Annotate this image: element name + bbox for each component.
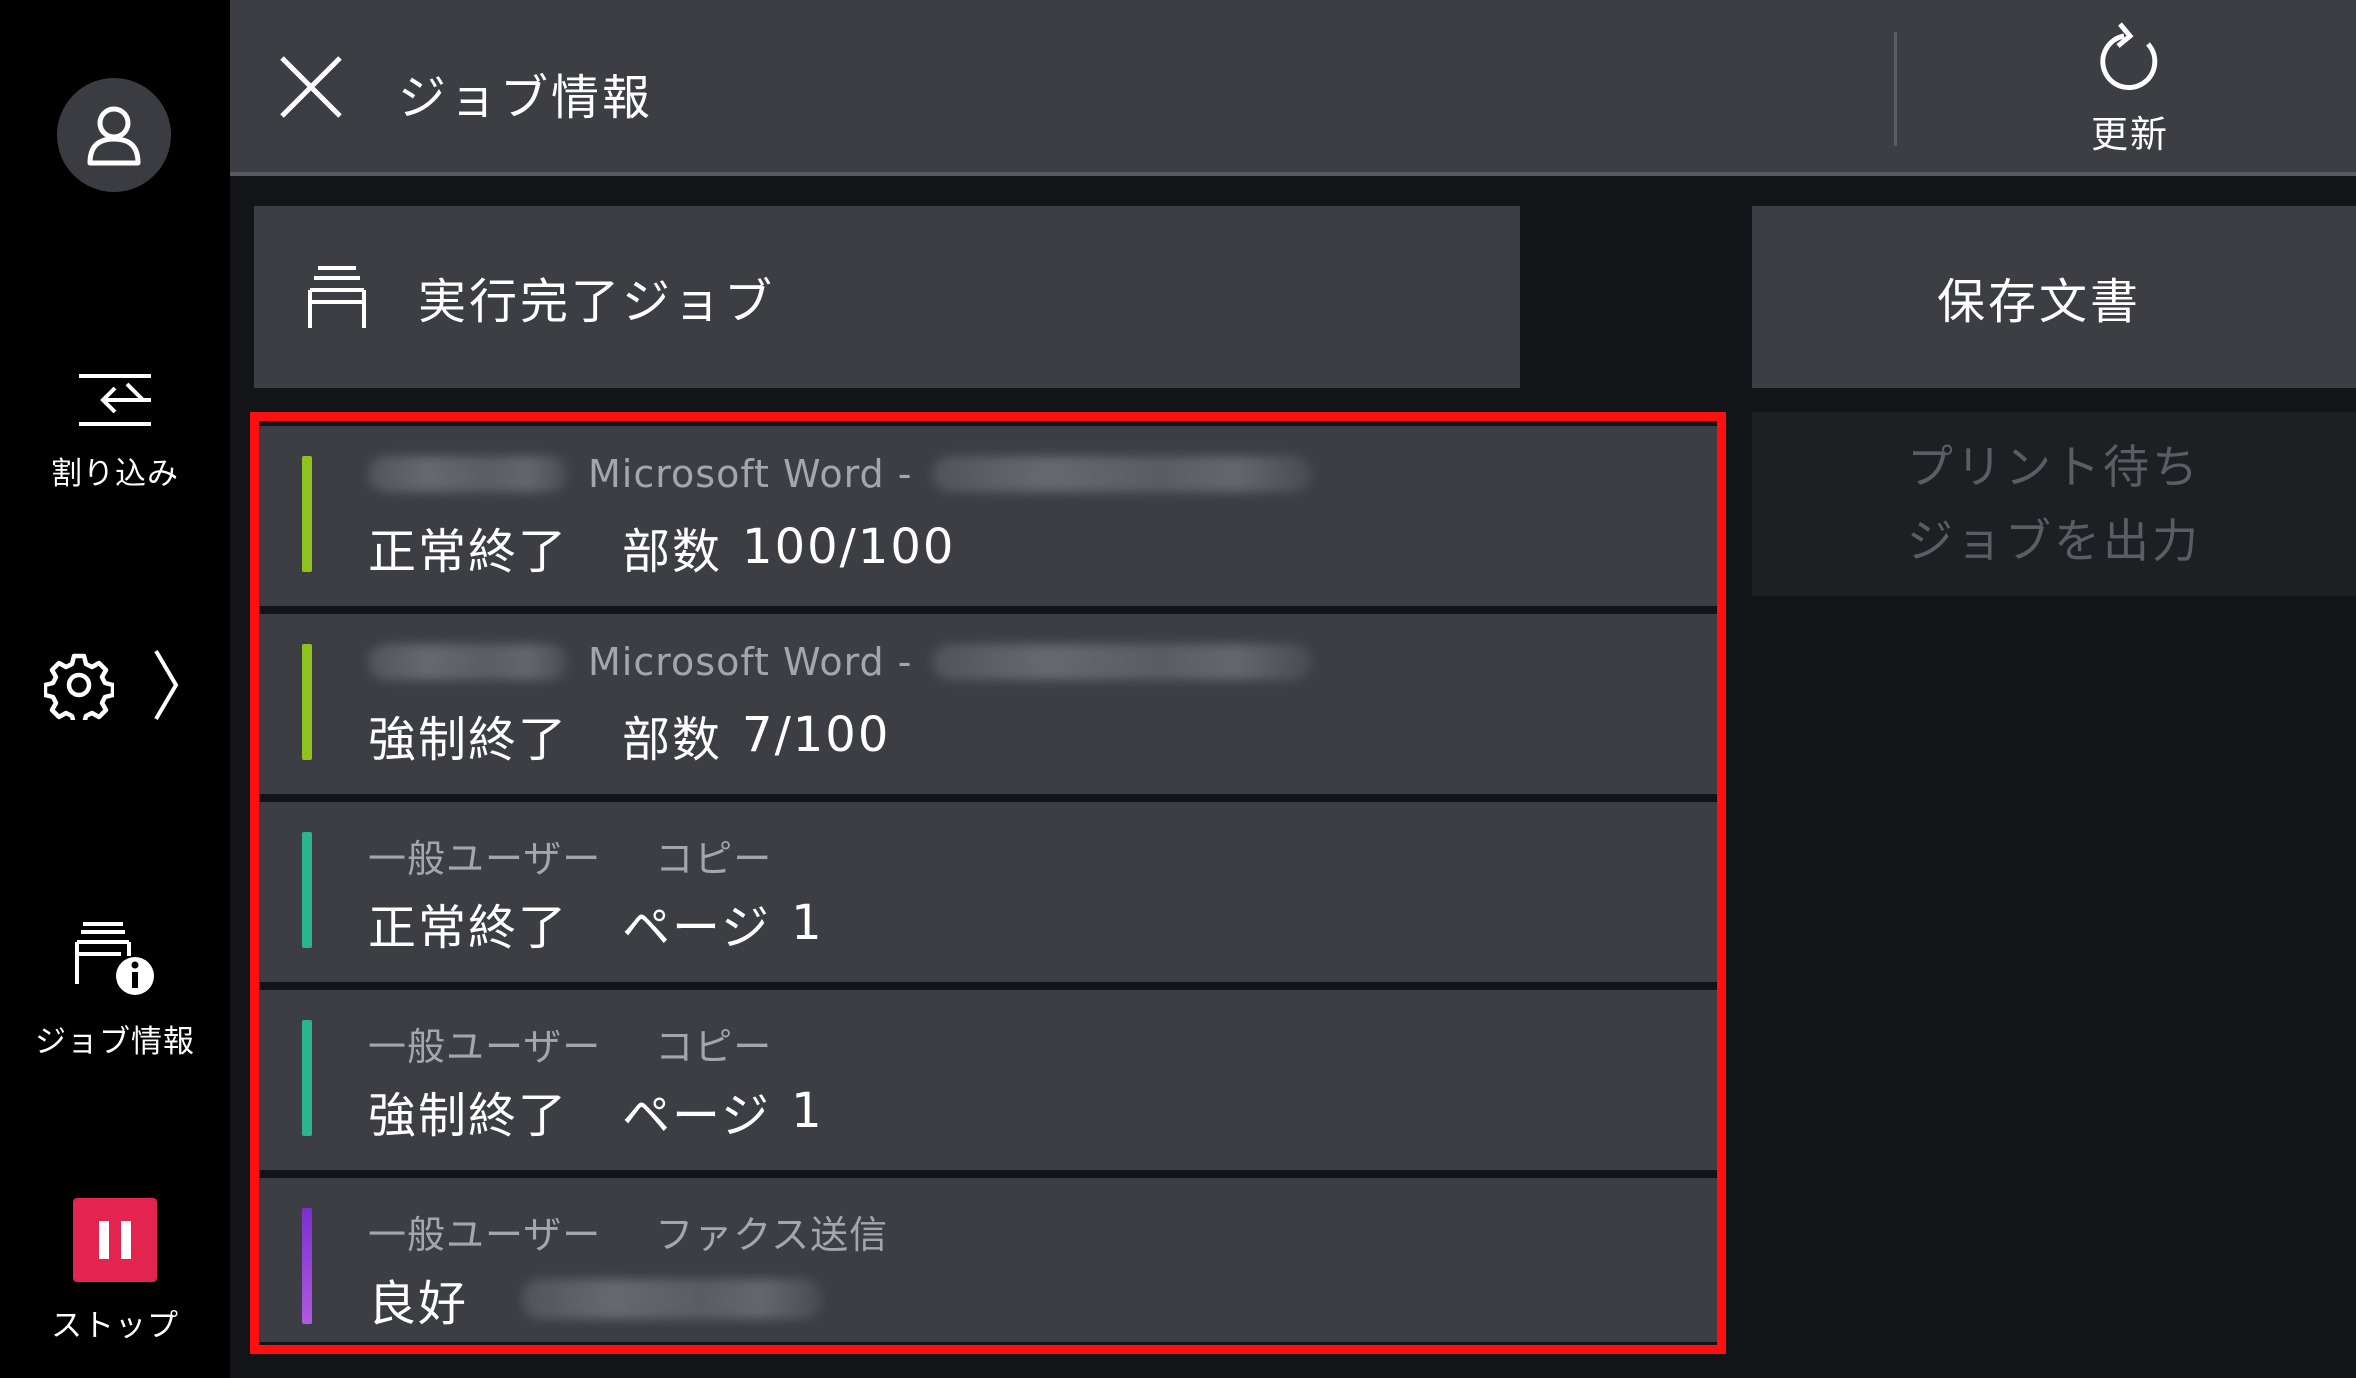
refresh-label: 更新 bbox=[2091, 113, 2169, 156]
job-owner: 一般ユーザー bbox=[368, 1213, 602, 1257]
job-line2: 強制終了 ページ 1 bbox=[368, 1076, 824, 1146]
interrupt-icon bbox=[79, 374, 151, 426]
blurred-owner bbox=[368, 644, 568, 680]
job-line1: Microsoft Word - bbox=[368, 640, 1313, 684]
job-row[interactable]: Microsoft Word - 強制終了 部数 7/100 bbox=[256, 614, 1720, 794]
stop-square bbox=[73, 1198, 157, 1282]
job-info-screen: 割り込み ジョブ情報 ストップ ジョブ情報 更新 実行完了ジョブ 保存文書 プリ… bbox=[0, 0, 2356, 1378]
header-divider bbox=[1894, 32, 1897, 146]
job-name: コピー bbox=[655, 837, 773, 881]
job-status-bar bbox=[302, 1020, 312, 1136]
blurred-owner bbox=[368, 456, 568, 492]
job-status: 正常終了 bbox=[368, 900, 569, 956]
job-line1: 一般ユーザー ファクス送信 bbox=[368, 1204, 888, 1259]
print-waiting-button[interactable]: プリント待ち ジョブを出力 bbox=[1752, 412, 2356, 596]
job-name: コピー bbox=[655, 1025, 773, 1069]
settings-button[interactable] bbox=[0, 640, 230, 730]
job-line2: 強制終了 部数 7/100 bbox=[368, 700, 890, 770]
job-line1: Microsoft Word - bbox=[368, 452, 1313, 496]
close-button[interactable] bbox=[276, 52, 346, 122]
job-name: ファクス送信 bbox=[655, 1213, 889, 1257]
job-owner: 一般ユーザー bbox=[368, 1025, 602, 1069]
job-list: Microsoft Word - 正常終了 部数 100/100 Microso… bbox=[256, 418, 1720, 1348]
pause-icon bbox=[99, 1221, 131, 1259]
job-info-nav-button[interactable]: ジョブ情報 bbox=[0, 920, 230, 1061]
user-icon bbox=[87, 106, 141, 166]
blurred-destination bbox=[522, 1279, 823, 1319]
job-count-label: 部数 bbox=[622, 712, 723, 768]
job-line1: 一般ユーザー コピー bbox=[368, 1016, 772, 1071]
job-owner: 一般ユーザー bbox=[368, 837, 602, 881]
job-count-label: ページ bbox=[622, 1088, 772, 1144]
refresh-button[interactable]: 更新 bbox=[2040, 20, 2220, 160]
interrupt-label: 割り込み bbox=[51, 456, 179, 492]
job-count: 100/100 bbox=[742, 519, 956, 575]
job-status: 正常終了 bbox=[368, 524, 569, 580]
job-status-bar bbox=[302, 832, 312, 948]
job-name: Microsoft Word - bbox=[588, 452, 913, 496]
tab-completed-label: 実行完了ジョブ bbox=[418, 274, 776, 330]
job-count-label: ページ bbox=[622, 900, 772, 956]
job-status: 強制終了 bbox=[368, 712, 569, 768]
refresh-icon bbox=[2100, 22, 2158, 90]
job-row[interactable]: 一般ユーザー ファクス送信 良好 bbox=[256, 1178, 1720, 1342]
job-info-icon bbox=[75, 922, 154, 995]
job-line2: 良好 bbox=[368, 1264, 823, 1334]
job-info-nav-label: ジョブ情報 bbox=[35, 1024, 195, 1060]
job-status-bar bbox=[302, 456, 312, 572]
job-name: Microsoft Word - bbox=[588, 640, 913, 684]
job-count: 1 bbox=[791, 1083, 824, 1139]
tab-completed-jobs[interactable]: 実行完了ジョブ bbox=[254, 206, 1520, 388]
job-count-label: 部数 bbox=[622, 524, 723, 580]
page-title: ジョブ情報 bbox=[398, 70, 654, 126]
blurred-document-name bbox=[932, 644, 1313, 680]
job-line2: 正常終了 部数 100/100 bbox=[368, 512, 955, 582]
job-row[interactable]: Microsoft Word - 正常終了 部数 100/100 bbox=[256, 426, 1720, 606]
job-count: 1 bbox=[791, 895, 824, 951]
job-status: 良好 bbox=[368, 1276, 469, 1332]
print-waiting-line2: ジョブを出力 bbox=[1907, 514, 2201, 568]
job-status-bar bbox=[302, 1208, 312, 1324]
left-sidebar: 割り込み ジョブ情報 ストップ bbox=[0, 0, 230, 1378]
completed-jobs-icon bbox=[308, 266, 366, 328]
job-status: 強制終了 bbox=[368, 1088, 569, 1144]
job-count: 7/100 bbox=[742, 707, 891, 763]
tab-saved-label: 保存文書 bbox=[1936, 274, 2141, 330]
user-avatar-button[interactable] bbox=[57, 78, 171, 192]
close-icon bbox=[280, 56, 342, 118]
job-row[interactable]: 一般ユーザー コピー 正常終了 ページ 1 bbox=[256, 802, 1720, 982]
job-line1: 一般ユーザー コピー bbox=[368, 828, 772, 883]
job-row[interactable]: 一般ユーザー コピー 強制終了 ページ 1 bbox=[256, 990, 1720, 1170]
print-waiting-line1: プリント待ち bbox=[1907, 440, 2201, 494]
stop-label: ストップ bbox=[51, 1308, 179, 1344]
interrupt-button[interactable]: 割り込み bbox=[0, 370, 230, 493]
chevron-right-icon bbox=[154, 649, 179, 721]
stop-button[interactable]: ストップ bbox=[0, 1198, 230, 1345]
job-line2: 正常終了 ページ 1 bbox=[368, 888, 824, 958]
job-status-bar bbox=[302, 644, 312, 760]
tab-saved-documents[interactable]: 保存文書 bbox=[1752, 206, 2356, 388]
gear-icon bbox=[44, 653, 114, 720]
blurred-document-name bbox=[932, 456, 1313, 492]
